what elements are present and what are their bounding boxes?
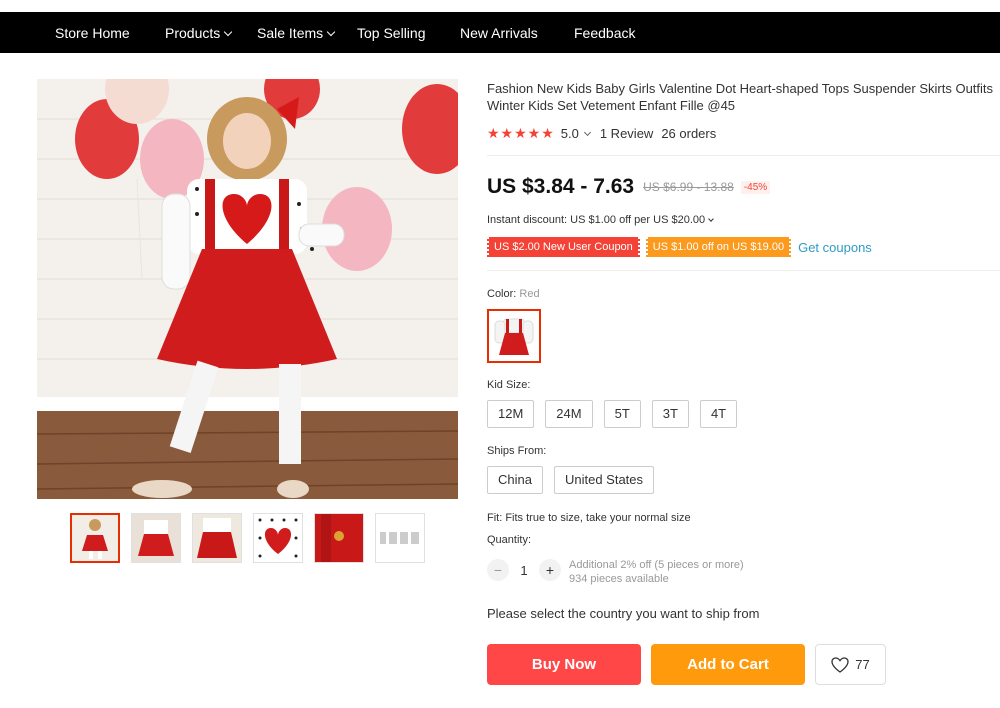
thumbnail-image bbox=[132, 514, 180, 562]
wishlist-button[interactable]: 77 bbox=[815, 644, 886, 685]
nav-new-arrivals[interactable]: New Arrivals bbox=[460, 25, 538, 41]
nav-top-selling[interactable]: Top Selling bbox=[357, 25, 426, 41]
add-to-cart-button[interactable]: Add to Cart bbox=[651, 644, 805, 685]
thumbnail-1[interactable] bbox=[70, 513, 120, 563]
thumbnail-image bbox=[376, 514, 424, 562]
current-price: US $3.84 - 7.63 bbox=[487, 175, 635, 198]
thumbnail-5[interactable] bbox=[314, 513, 364, 563]
heart-icon bbox=[831, 656, 849, 673]
thumbnail-4[interactable] bbox=[253, 513, 303, 563]
thumbnail-image bbox=[315, 514, 363, 562]
size-option[interactable]: 3T bbox=[651, 400, 689, 428]
nav-label: New Arrivals bbox=[460, 25, 538, 41]
nav-label: Store Home bbox=[55, 25, 130, 41]
nav-sale-items[interactable]: Sale Items bbox=[257, 25, 336, 41]
thumbnail-image bbox=[254, 514, 302, 562]
nav-label: Sale Items bbox=[257, 25, 324, 41]
quantity-label: Quantity: bbox=[487, 534, 532, 546]
product-main-image[interactable] bbox=[37, 79, 458, 499]
thumbnail-2[interactable] bbox=[131, 513, 181, 563]
store-nav-bar: Store Home Products Sale Items Top Selli… bbox=[0, 12, 1000, 53]
size-option[interactable]: 24M bbox=[545, 400, 593, 428]
chevron-down-icon bbox=[224, 27, 233, 37]
ships-from-united-states[interactable]: United States bbox=[553, 466, 655, 494]
quantity-note: Additional 2% off (5 pieces or more) 934… bbox=[569, 558, 744, 586]
divider bbox=[487, 270, 1000, 271]
quantity-decrease-button[interactable]: − bbox=[487, 559, 509, 581]
nav-feedback[interactable]: Feedback bbox=[574, 25, 635, 41]
thumbnail-strip bbox=[70, 513, 436, 563]
get-coupons-link[interactable]: Get coupons bbox=[798, 240, 872, 255]
thumbnail-image bbox=[193, 514, 241, 562]
new-user-coupon[interactable]: US $2.00 New User Coupon bbox=[487, 237, 640, 257]
stock-available: 934 pieces available bbox=[569, 573, 669, 585]
color-swatch-red[interactable] bbox=[487, 309, 541, 363]
ships-from-options: China United States bbox=[487, 466, 665, 494]
star-rating-icon: ★★★★★ bbox=[487, 125, 555, 141]
product-photo bbox=[37, 79, 458, 499]
size-options: 12M 24M 5T 3T 4T bbox=[487, 400, 748, 428]
thumbnail-6[interactable] bbox=[375, 513, 425, 563]
chevron-down-icon bbox=[708, 216, 714, 222]
buy-now-button[interactable]: Buy Now bbox=[487, 644, 641, 685]
swatch-image bbox=[489, 311, 539, 361]
discount-badge: -45% bbox=[740, 180, 771, 194]
product-title: Fashion New Kids Baby Girls Valentine Do… bbox=[487, 81, 994, 113]
rating-row: ★★★★★ 5.0 1 Review 26 orders bbox=[487, 125, 716, 142]
store-coupon[interactable]: US $1.00 off on US $19.00 bbox=[645, 237, 792, 257]
size-option[interactable]: 4T bbox=[699, 400, 738, 428]
nav-label: Top Selling bbox=[357, 25, 426, 41]
color-label-text: Color: bbox=[487, 288, 517, 300]
nav-label: Feedback bbox=[574, 25, 636, 41]
color-label: Color: Red bbox=[487, 288, 540, 300]
review-count-link[interactable]: 1 Review bbox=[600, 126, 653, 141]
nav-label: Products bbox=[165, 25, 221, 41]
nav-store-home[interactable]: Store Home bbox=[55, 25, 130, 41]
ships-from-label: Ships From: bbox=[487, 445, 547, 457]
selected-color-value: Red bbox=[519, 288, 540, 300]
bulk-discount-note: Additional 2% off (5 pieces or more) bbox=[569, 559, 744, 571]
thumbnail-3[interactable] bbox=[192, 513, 242, 563]
size-option[interactable]: 12M bbox=[487, 400, 535, 428]
instant-discount-text: Instant discount: US $1.00 off per US $2… bbox=[487, 214, 706, 226]
chevron-down-icon bbox=[326, 27, 336, 37]
thumbnail-image bbox=[72, 515, 118, 561]
price-row: US $3.84 - 7.63 US $6.99 - 13.88 -45% bbox=[487, 175, 771, 199]
ship-country-message: Please select the country you want to sh… bbox=[487, 606, 760, 621]
coupon-row: US $2.00 New User Coupon US $1.00 off on… bbox=[487, 237, 872, 257]
quantity-stepper: − 1 + bbox=[487, 559, 561, 581]
chevron-down-icon[interactable] bbox=[583, 128, 591, 136]
fit-note: Fit: Fits true to size, take your normal… bbox=[487, 512, 691, 524]
wishlist-count: 77 bbox=[855, 657, 870, 672]
order-count: 26 orders bbox=[661, 126, 717, 141]
quantity-increase-button[interactable]: + bbox=[539, 559, 561, 581]
quantity-input[interactable]: 1 bbox=[509, 563, 539, 578]
divider bbox=[487, 155, 1000, 156]
nav-products[interactable]: Products bbox=[165, 25, 233, 41]
ships-from-china[interactable]: China bbox=[487, 466, 543, 494]
original-price: US $6.99 - 13.88 bbox=[643, 180, 734, 194]
rating-score[interactable]: 5.0 bbox=[561, 126, 579, 141]
size-label: Kid Size: bbox=[487, 379, 531, 391]
instant-discount[interactable]: Instant discount: US $1.00 off per US $2… bbox=[487, 214, 714, 226]
size-option[interactable]: 5T bbox=[603, 400, 641, 428]
